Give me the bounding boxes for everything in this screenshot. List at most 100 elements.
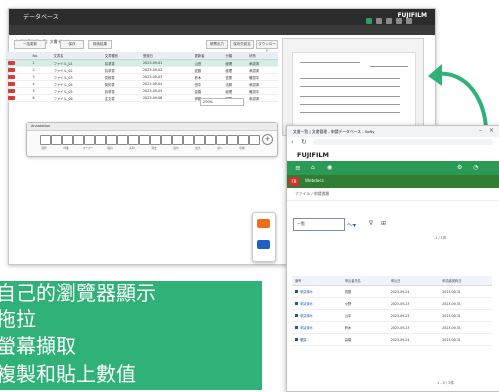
callout-line: 複製和貼上數值: [0, 362, 136, 386]
menu-icon[interactable]: [406, 18, 412, 24]
bulk-update-button[interactable]: 一括更新: [14, 40, 46, 49]
user-icon[interactable]: [386, 18, 392, 24]
refresh-icon[interactable]: ↻: [301, 138, 307, 146]
browser-titlebar: 文書一覧 | 文書管理 - 申請データベース - Softy – ×: [287, 126, 499, 137]
search-results-button[interactable]: 検索結果: [88, 40, 112, 49]
settings-icon[interactable]: [376, 18, 382, 24]
callout-line: 自己的瀏覽器顯示: [0, 281, 156, 305]
pdf-icon: [8, 81, 15, 86]
col-category: 分類: [223, 52, 248, 60]
tool-rotate-icon[interactable]: [183, 135, 194, 145]
gear-icon[interactable]: ⚙: [457, 164, 462, 171]
table-row[interactable]: 申請済み 鈴木 2023-09-23 2023-09-31: [292, 321, 492, 334]
table-row[interactable]: 申請済み 山中 2023-09-23 2023-09-31: [292, 309, 492, 322]
table-row[interactable]: 確認... 高橋 2023-09-24 2023-09-31: [292, 333, 492, 346]
pdf-icon: [8, 74, 15, 79]
document-table: No. 文書名 文書種別 登録日 更新者 分類 状態 1 ファイル_01 請求書 20…: [6, 52, 278, 102]
col-no: No.: [30, 52, 52, 60]
tool-label: 印刷: [239, 147, 245, 150]
site-header: FUJIFILM: [287, 148, 499, 161]
pdf-icon: [8, 88, 15, 93]
tool-select-icon[interactable]: [40, 135, 51, 145]
home-icon[interactable]: ⌂: [311, 164, 315, 171]
destination-button[interactable]: 保存先設定: [230, 40, 254, 49]
tool-print-icon[interactable]: [238, 135, 249, 145]
tool-zoom-in-icon[interactable]: [194, 135, 205, 145]
close-icon[interactable]: ×: [489, 127, 494, 134]
filter-select[interactable]: 一覧: [293, 218, 345, 231]
home-icon[interactable]: [366, 18, 372, 24]
col-state: 状態: [247, 52, 278, 60]
callout-line: 螢幕擷取: [0, 334, 76, 358]
tool-label: 選択: [41, 147, 47, 150]
tool-paste-icon[interactable]: [172, 135, 183, 145]
record-count: 1 / 1件: [435, 236, 447, 240]
tool-rect-icon[interactable]: [95, 135, 106, 145]
table-row[interactable]: 2 ファイル_02 請求書 2023-09-02 佐藤 経理 承認済: [6, 66, 278, 74]
tool-prev-icon[interactable]: [216, 135, 227, 145]
url-field[interactable]: [313, 139, 493, 145]
save-button[interactable]: 保存: [60, 40, 84, 49]
pdf-icon: [8, 60, 15, 65]
tool-line-icon[interactable]: [117, 135, 128, 145]
filter-icon[interactable]: ∇: [369, 220, 373, 227]
table-row[interactable]: 1 ファイル_01 請求書 2023-09-01 山田 経理 承認済: [6, 59, 278, 67]
col-contract: 申請者契約日: [439, 276, 492, 286]
orange-tray-icon[interactable]: [257, 219, 270, 228]
zoom-select[interactable]: 200%: [200, 98, 244, 106]
tool-copy-icon[interactable]: [161, 135, 172, 145]
doc-rule: [300, 86, 400, 87]
col-date: 申込日: [387, 276, 440, 286]
tool-label: 前へ: [217, 147, 223, 150]
table-row[interactable]: 5 ファイル_05 請求書 2023-09-05 高橋 経理 確認中: [6, 87, 278, 95]
app-badge-icon: FB: [289, 177, 299, 186]
tool-label: 拡大: [195, 147, 201, 150]
app-tab-bar: FB Webdocs: [287, 175, 499, 188]
tool-zoom-out-icon[interactable]: [205, 135, 216, 145]
application-table: 番号 申込者氏名 申込日 申請者契約日 申請済み 佐藤 2023-09-24 2023…: [292, 276, 492, 346]
table-row[interactable]: 申請済み 小野 2023-09-23 2023-09-31: [292, 297, 492, 310]
chart-toggle-icon[interactable]: 〜▾: [347, 220, 356, 229]
back-icon[interactable]: ‹: [291, 138, 294, 146]
browser-window: 文書一覧 | 文書管理 - 申請データベース - Softy – × ‹ ↻ F…: [286, 125, 499, 392]
help-icon[interactable]: [396, 18, 402, 24]
report-button[interactable]: 帳票出力: [206, 40, 228, 49]
tool-stamp-icon[interactable]: [73, 135, 84, 145]
tool-ellipse-icon[interactable]: [106, 135, 117, 145]
site-logo: FUJIFILM: [297, 151, 330, 159]
table-row[interactable]: 申請済み 佐藤 2023-09-24 2023-09-31: [292, 285, 492, 298]
col-id: 番号: [292, 276, 342, 286]
col-type: 文書種別: [102, 52, 142, 60]
tool-arrow-icon[interactable]: [128, 135, 139, 145]
feature-callout: 自己的瀏覽器顯示 拖拉 螢幕擷取 複製和貼上數值: [0, 281, 262, 390]
tool-note-icon[interactable]: [62, 135, 73, 145]
minimize-icon[interactable]: –: [479, 127, 482, 134]
tool-next-icon[interactable]: [227, 135, 238, 145]
blue-tray-icon[interactable]: [257, 240, 270, 249]
columns-icon[interactable]: ⊞: [381, 220, 386, 227]
bell-icon[interactable]: ◔: [473, 164, 478, 171]
tool-pen-icon[interactable]: [139, 135, 150, 145]
filter-value: 一覧: [297, 221, 305, 226]
tab-webdocs[interactable]: Webdocs: [305, 178, 324, 183]
table-row[interactable]: 3 ファイル_03 見積書 2023-09-03 鈴木 営業 確認中: [6, 73, 278, 81]
col-date: 登録日: [141, 52, 193, 60]
browser-tab-title[interactable]: 文書一覧 | 文書管理 - 申請データベース - Softy: [293, 129, 375, 135]
tool-label: 楕円: [107, 147, 113, 150]
window-title: データベース: [23, 14, 59, 21]
table-row[interactable]: 4 ファイル_04 契約書 2023-09-04 田中 法務 承認済: [6, 80, 278, 88]
doc-rule: [300, 62, 360, 63]
tool-erase-icon[interactable]: [150, 135, 161, 145]
tool-text-icon[interactable]: [51, 135, 62, 145]
tool-marker-icon[interactable]: [84, 135, 95, 145]
tool-settings-icon[interactable]: [249, 135, 260, 145]
menu-icon[interactable]: ≡: [295, 164, 301, 172]
profile-icon[interactable]: ◉: [327, 164, 332, 171]
breadcrumb: ファイル / 申請書類: [287, 188, 499, 201]
add-tool-icon[interactable]: +: [262, 134, 273, 145]
doc-rule: [300, 78, 400, 79]
table-header: No. 文書名 文書種別 登録日 更新者 分類 状態: [6, 52, 278, 60]
breadcrumb-text: ファイル / 申請書類: [295, 191, 330, 196]
download-button[interactable]: ダウンロード: [256, 40, 278, 53]
floating-tray: [252, 212, 276, 262]
